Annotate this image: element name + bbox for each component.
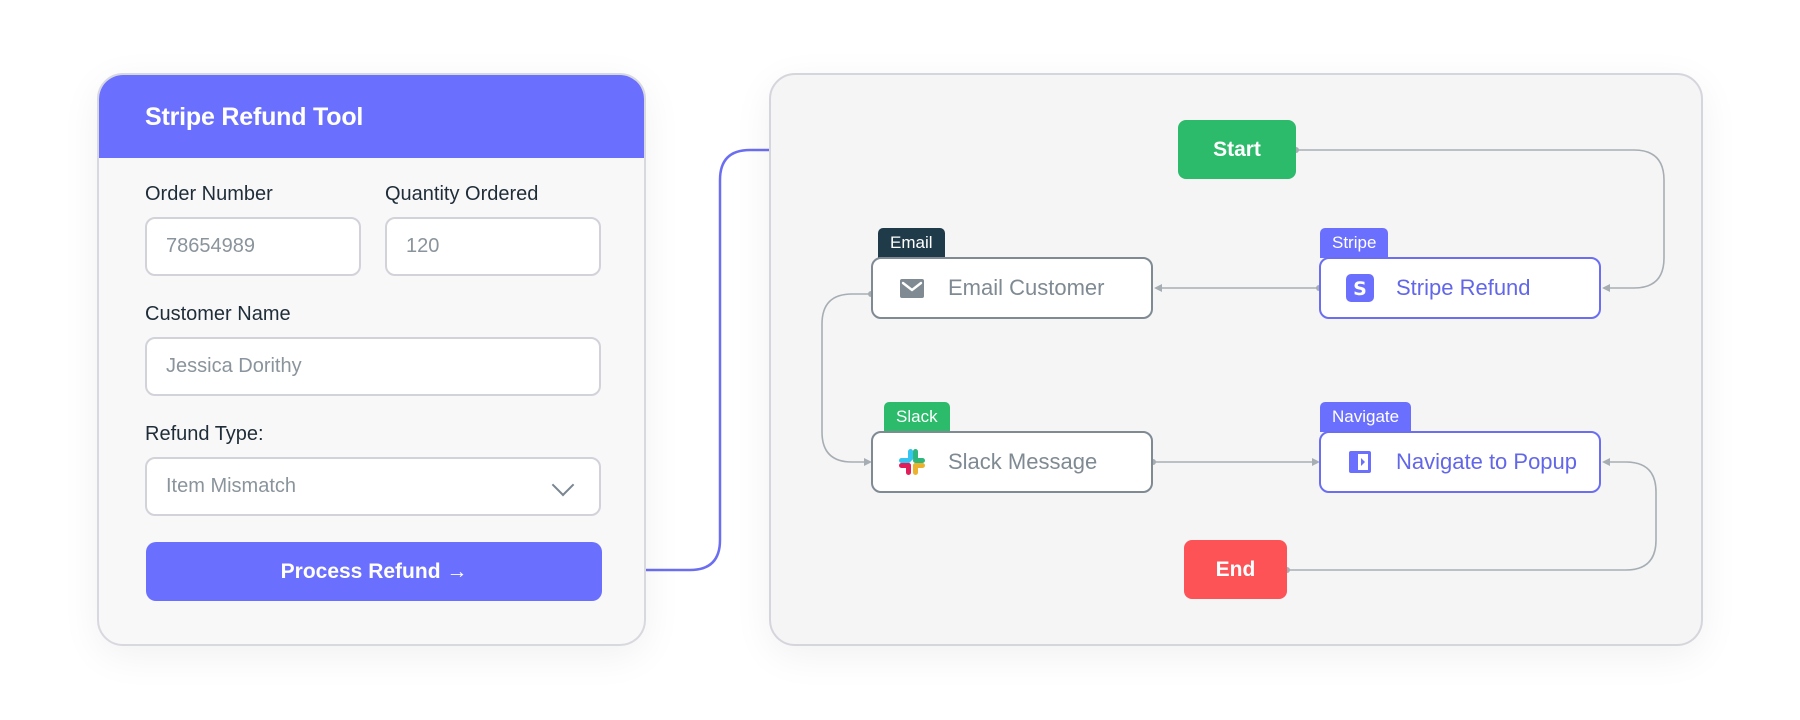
edge-arrowhead — [1154, 284, 1162, 292]
stripe-refund-node[interactable]: S Stripe Refund — [1319, 257, 1601, 319]
start-node[interactable]: Start — [1178, 120, 1296, 179]
email-tag: Email — [878, 228, 945, 258]
edge-arrowhead — [1602, 284, 1610, 292]
slack-message-label: Slack Message — [948, 449, 1098, 474]
edge-arrowhead — [1602, 458, 1610, 466]
panel-icon — [1346, 448, 1374, 476]
end-node[interactable]: End — [1184, 540, 1287, 599]
svg-text:S: S — [1353, 278, 1367, 300]
envelope-icon — [898, 274, 926, 302]
navigate-tag: Navigate — [1320, 402, 1412, 432]
slack-icon — [898, 448, 926, 476]
slack-message-node[interactable]: Slack Message — [871, 431, 1153, 493]
stripe-tag: Stripe — [1320, 228, 1389, 258]
slack-tag: Slack — [884, 402, 950, 432]
email-to-slack-edge — [821, 293, 871, 463]
navigate-to-popup-label: Navigate to Popup — [1396, 449, 1578, 474]
email-customer-label: Email Customer — [948, 275, 1105, 300]
email-customer-node[interactable]: Email Customer — [871, 257, 1153, 319]
stripe-refund-label: Stripe Refund — [1396, 275, 1531, 300]
workflow-wires — [821, 147, 1665, 573]
stripe-icon: S — [1346, 274, 1374, 302]
navigate-to-popup-node[interactable]: Navigate to Popup — [1319, 431, 1601, 493]
